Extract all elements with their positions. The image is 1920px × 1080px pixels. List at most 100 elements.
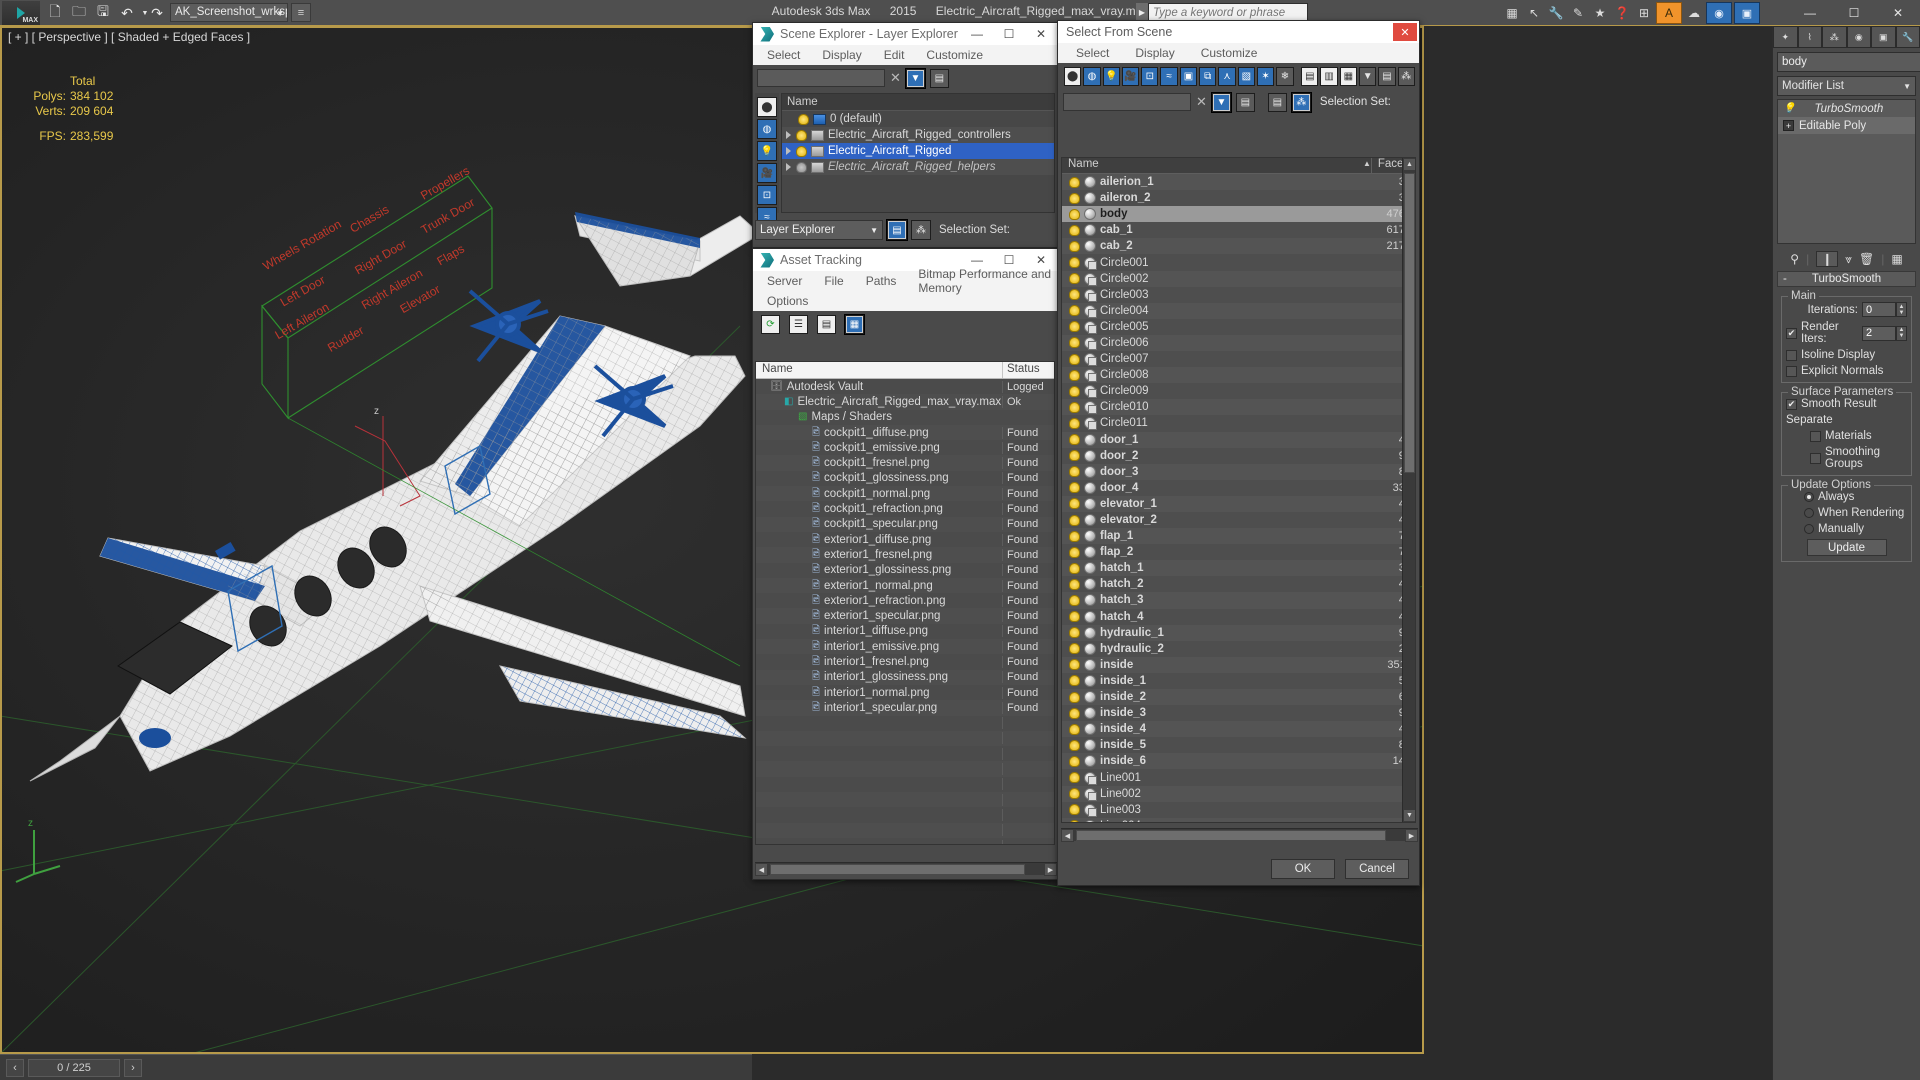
detail-view-icon[interactable]: ▤ xyxy=(817,315,836,334)
filter-helpers-icon[interactable]: ⊡ xyxy=(757,185,777,205)
show-end-result-icon[interactable]: ❙ xyxy=(1816,251,1838,267)
list-view-icon[interactable]: ☰ xyxy=(789,315,808,334)
pin-stack-icon[interactable]: ⚲ xyxy=(1790,252,1799,266)
object-visibility-icon[interactable] xyxy=(1069,740,1080,751)
tab-motion[interactable]: ◉ xyxy=(1847,26,1872,48)
scene-object-row[interactable]: hatch_134 xyxy=(1062,560,1415,576)
close-button[interactable]: ✕ xyxy=(1876,0,1920,26)
asset-row[interactable]: 🖻cockpit1_normal.pngFound xyxy=(756,486,1054,501)
menu-display[interactable]: Display xyxy=(822,48,861,62)
expand-arrow-icon[interactable] xyxy=(786,147,791,155)
menu-options[interactable]: Options xyxy=(767,294,808,308)
menu-select[interactable]: Select xyxy=(767,48,800,62)
modifier-stack[interactable]: 💡 TurboSmooth + Editable Poly xyxy=(1777,99,1916,244)
object-visibility-icon[interactable] xyxy=(1069,595,1080,606)
tab-modify[interactable]: ⌇ xyxy=(1798,26,1823,48)
layer-explorer-titlebar[interactable]: Scene Explorer - Layer Explorer — ☐ ✕ xyxy=(753,23,1057,45)
spinner-icon[interactable]: ▲▼ xyxy=(1896,302,1907,317)
asset-row[interactable]: 🖻interior1_normal.pngFound xyxy=(756,685,1054,700)
layer-manager-icon[interactable]: ▤ xyxy=(887,220,907,240)
render-iters-stepper[interactable]: ▲▼ xyxy=(1862,326,1907,341)
layers-options-icon[interactable]: ▤ xyxy=(1236,93,1255,112)
filter-frozen-icon[interactable]: ❄ xyxy=(1276,67,1293,86)
scene-object-row[interactable]: hydraulic_199 xyxy=(1062,625,1415,641)
asset-row[interactable]: ▧Maps / Shaders xyxy=(756,410,1054,425)
iterations-stepper[interactable]: ▲▼ xyxy=(1862,302,1907,317)
asset-row[interactable]: 🖻exterior1_normal.pngFound xyxy=(756,578,1054,593)
help-icon[interactable]: ❓ xyxy=(1612,3,1632,24)
select-from-scene-titlebar[interactable]: Select From Scene ✕ xyxy=(1058,21,1419,43)
workspace-selector[interactable]: AK_Screenshot_wrksp ▼ xyxy=(170,3,288,22)
menu-customize[interactable]: Customize xyxy=(926,48,983,62)
menu-server[interactable]: Server xyxy=(767,274,802,288)
render-iters-checkbox[interactable]: ✔ xyxy=(1786,328,1797,339)
select-from-scene-close-button[interactable]: ✕ xyxy=(1393,23,1417,41)
scene-object-row[interactable]: door_291 xyxy=(1062,448,1415,464)
hscroll-left-icon[interactable]: ◀ xyxy=(755,863,768,876)
scene-object-row[interactable]: hatch_442 xyxy=(1062,609,1415,625)
scene-object-row[interactable]: flap_270 xyxy=(1062,544,1415,560)
object-visibility-icon[interactable] xyxy=(1069,418,1080,429)
light-toggle-icon[interactable] xyxy=(796,146,807,157)
object-visibility-icon[interactable] xyxy=(1069,273,1080,284)
modifier-stack-item[interactable]: + Editable Poly xyxy=(1778,117,1915,134)
expand-all-icon[interactable]: ▤ xyxy=(1301,67,1318,86)
scene-object-row[interactable]: Circle011 xyxy=(1062,415,1415,431)
object-visibility-icon[interactable] xyxy=(1069,209,1080,220)
info-icon[interactable]: ✎ xyxy=(1568,3,1588,24)
isoline-display-checkbox[interactable] xyxy=(1786,350,1797,361)
modifier-stack-item[interactable]: 💡 TurboSmooth xyxy=(1778,100,1915,117)
object-visibility-icon[interactable] xyxy=(1069,434,1080,445)
object-visibility-icon[interactable] xyxy=(1069,354,1080,365)
always-radio[interactable] xyxy=(1804,492,1814,502)
timeline-prev-button[interactable]: ‹ xyxy=(6,1059,24,1077)
asset-row[interactable]: 🖻cockpit1_emissive.pngFound xyxy=(756,440,1054,455)
vscroll-down-icon[interactable]: ▼ xyxy=(1403,809,1416,822)
asset-row[interactable]: ◧Electric_Aircraft_Rigged_max_vray.maxOk xyxy=(756,394,1054,409)
hscroll-thumb[interactable] xyxy=(770,864,1025,875)
filter-cameras-icon[interactable]: 🎥 xyxy=(1122,67,1139,86)
scene-object-row[interactable]: Circle002 xyxy=(1062,271,1415,287)
asset-row[interactable]: 🖻cockpit1_fresnel.pngFound xyxy=(756,455,1054,470)
object-visibility-icon[interactable] xyxy=(1069,482,1080,493)
scene-object-row[interactable]: door_4332 xyxy=(1062,480,1415,496)
filter-xrefs-icon[interactable]: ⧉ xyxy=(1199,67,1216,86)
scene-object-row[interactable]: inside_449 xyxy=(1062,721,1415,737)
object-visibility-icon[interactable] xyxy=(1069,627,1080,638)
materials-checkbox[interactable] xyxy=(1810,431,1821,442)
timeline-next-button[interactable]: › xyxy=(124,1059,142,1077)
object-visibility-icon[interactable] xyxy=(1069,402,1080,413)
asset-row[interactable]: 🖻cockpit1_glossiness.pngFound xyxy=(756,471,1054,486)
scene-object-row[interactable]: inside_580 xyxy=(1062,737,1415,753)
hierarchy-view-icon[interactable]: ⁂ xyxy=(1292,93,1311,112)
asset-column-name[interactable]: Name xyxy=(756,362,1002,378)
asset-row[interactable]: 🗄Autodesk VaultLogged xyxy=(756,379,1054,394)
tab-utilities[interactable]: 🔧 xyxy=(1896,26,1920,48)
object-visibility-icon[interactable] xyxy=(1069,563,1080,574)
layer-explorer-column-name[interactable]: Name xyxy=(782,94,1054,111)
object-visibility-icon[interactable] xyxy=(1069,643,1080,654)
object-visibility-icon[interactable] xyxy=(1069,611,1080,622)
clear-find-icon[interactable]: ✕ xyxy=(1196,94,1207,110)
object-visibility-icon[interactable] xyxy=(1069,257,1080,268)
scene-object-row[interactable]: Line003 xyxy=(1062,802,1415,818)
filter-particles-icon[interactable]: ✶ xyxy=(1257,67,1274,86)
object-visibility-icon[interactable] xyxy=(1069,305,1080,316)
star-icon[interactable]: ★ xyxy=(1590,3,1610,24)
object-visibility-icon[interactable] xyxy=(1069,177,1080,188)
maximize-button[interactable]: ☐ xyxy=(1832,0,1876,26)
object-visibility-icon[interactable] xyxy=(1069,498,1080,509)
asset-row[interactable]: 🖻exterior1_diffuse.pngFound xyxy=(756,532,1054,547)
grid-icon[interactable]: ▦ xyxy=(1502,3,1522,24)
object-name-input[interactable] xyxy=(1777,52,1920,72)
object-visibility-icon[interactable] xyxy=(1069,515,1080,526)
object-column-name[interactable]: Name xyxy=(1062,158,1371,173)
vscroll-thumb[interactable] xyxy=(1404,173,1415,473)
make-unique-icon[interactable]: ⩔ xyxy=(1845,252,1852,267)
menu-customize[interactable]: Customize xyxy=(1201,46,1258,60)
asset-row[interactable]: 🖻interior1_specular.pngFound xyxy=(756,700,1054,715)
scene-object-row[interactable]: hydraulic_222 xyxy=(1062,641,1415,657)
asset-row[interactable]: 🖻exterior1_specular.pngFound xyxy=(756,608,1054,623)
object-visibility-icon[interactable] xyxy=(1069,724,1080,735)
object-visibility-icon[interactable] xyxy=(1069,692,1080,703)
